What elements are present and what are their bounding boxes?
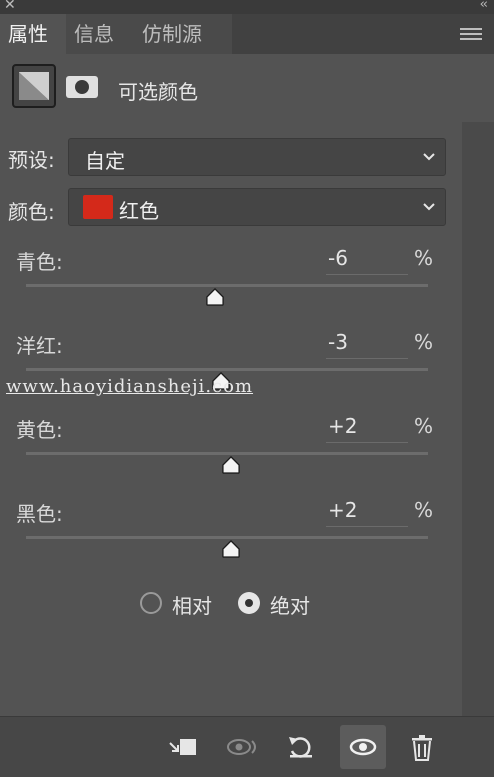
percent-unit: %	[414, 330, 434, 354]
double-chevron-icon[interactable]: ‹‹	[480, 0, 489, 12]
preset-label: 预设:	[8, 148, 55, 172]
color-value: 红色	[119, 199, 159, 223]
slider-track[interactable]	[26, 536, 428, 539]
preset-value: 自定	[85, 149, 125, 173]
close-icon[interactable]: ✕	[4, 0, 16, 13]
reset-icon[interactable]	[278, 725, 322, 769]
scrollbar-track[interactable]	[462, 122, 494, 716]
color-swatch	[83, 195, 113, 219]
slider-label: 青色:	[16, 250, 63, 274]
slider-track[interactable]	[26, 284, 428, 287]
watermark-text: www.haoyidiansheji.com	[6, 376, 254, 397]
slider-value-input[interactable]: +2	[326, 498, 408, 527]
absolute-radio[interactable]	[238, 592, 260, 614]
slider-value-input[interactable]: -6	[326, 246, 408, 275]
slider-thumb[interactable]	[203, 288, 227, 306]
adjustment-layer-icon[interactable]	[12, 64, 56, 108]
preset-dropdown[interactable]: 自定	[68, 138, 446, 176]
view-previous-state-icon[interactable]	[218, 725, 262, 769]
tab-properties[interactable]: 属性	[0, 14, 76, 54]
tab-bar: 属性 信息 仿制源	[0, 14, 494, 54]
tab-info[interactable]: 信息	[66, 14, 144, 54]
percent-unit: %	[414, 414, 434, 438]
slider-track[interactable]	[26, 368, 428, 371]
slider-thumb[interactable]	[219, 456, 243, 474]
slider-track[interactable]	[26, 452, 428, 455]
trash-icon[interactable]	[400, 725, 444, 769]
panel-top-strip: ✕ ‹‹	[0, 0, 494, 14]
chevron-down-icon	[423, 153, 435, 161]
eye-icon[interactable]	[340, 725, 386, 769]
color-dropdown[interactable]: 红色	[68, 188, 446, 226]
layer-mask-icon[interactable]	[66, 76, 98, 98]
panel-title: 可选颜色	[118, 80, 198, 104]
properties-header: 可选颜色	[0, 54, 494, 122]
chevron-down-icon	[423, 203, 435, 211]
percent-unit: %	[414, 246, 434, 270]
percent-unit: %	[414, 498, 434, 522]
hamburger-menu-icon[interactable]	[460, 28, 482, 42]
tab-clone-source[interactable]: 仿制源	[134, 14, 232, 54]
clip-to-layer-icon[interactable]	[160, 725, 204, 769]
color-label: 颜色:	[8, 200, 55, 224]
slider-label: 洋红:	[16, 334, 63, 358]
slider-value-input[interactable]: +2	[326, 414, 408, 443]
slider-value-input[interactable]: -3	[326, 330, 408, 359]
absolute-label: 绝对	[270, 594, 310, 618]
relative-radio[interactable]	[140, 592, 162, 614]
slider-label: 黑色:	[16, 502, 63, 526]
slider-thumb[interactable]	[219, 540, 243, 558]
panel-footer	[0, 716, 494, 777]
slider-label: 黄色:	[16, 418, 63, 442]
relative-label: 相对	[172, 594, 212, 618]
